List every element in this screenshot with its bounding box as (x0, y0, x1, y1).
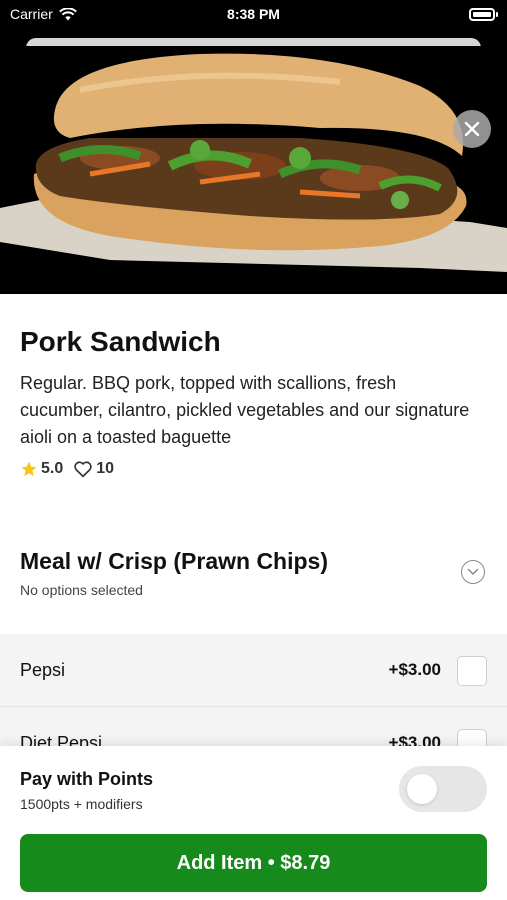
modifier-group-title: Meal w/ Crisp (Prawn Chips) (20, 548, 328, 574)
option-price: +$3.00 (388, 660, 441, 679)
product-image (0, 46, 507, 294)
sandwich-image (0, 46, 507, 294)
likes[interactable]: 10 (73, 460, 114, 478)
option-row-diet-pepsi[interactable]: Diet Pepsi +$3.00 (0, 707, 507, 746)
option-checkbox[interactable] (457, 729, 487, 746)
checkout-footer: Pay with Points 1500pts + modifiers Add … (0, 746, 507, 900)
pay-with-points-toggle[interactable] (399, 766, 487, 812)
status-time: 8:38 PM (227, 6, 280, 22)
add-item-button[interactable]: Add Item • $8.79 (20, 834, 487, 892)
heart-icon (74, 461, 92, 478)
points-cost-label: 1500pts + modifiers (20, 796, 143, 812)
rating: 5.0 (20, 460, 63, 478)
modifier-group-subtitle: No options selected (20, 582, 143, 598)
status-bar: Carrier 8:38 PM (0, 0, 507, 30)
product-title: Pork Sandwich (20, 326, 221, 357)
product-stats: 5.0 10 (20, 460, 124, 478)
option-row-pepsi[interactable]: Pepsi +$3.00 (0, 634, 507, 707)
option-checkbox[interactable] (457, 656, 487, 686)
star-icon (21, 461, 37, 477)
close-button[interactable] (453, 110, 491, 148)
chevron-down-icon (467, 568, 479, 576)
product-description: Regular. BBQ pork, topped with scallions… (20, 373, 470, 447)
toggle-knob (407, 774, 437, 804)
likes-count: 10 (96, 460, 115, 477)
close-icon (464, 121, 480, 137)
battery-icon (469, 8, 498, 21)
rating-value: 5.0 (41, 460, 64, 477)
modifier-options-list: Pepsi +$3.00 Diet Pepsi +$3.00 (0, 634, 507, 746)
option-price: +$3.00 (388, 733, 441, 746)
battery-level (473, 12, 491, 17)
option-name: Diet Pepsi (20, 733, 103, 746)
pay-with-points-label: Pay with Points (20, 769, 154, 789)
expand-group-button[interactable] (461, 560, 485, 584)
option-name: Pepsi (20, 660, 66, 680)
